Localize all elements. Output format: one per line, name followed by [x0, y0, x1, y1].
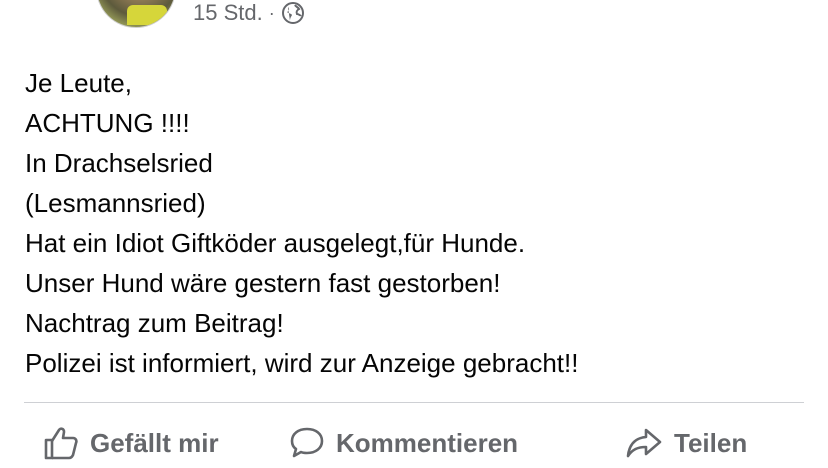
post-line: In Drachselsried [25, 148, 213, 178]
post-line: Hat ein Idiot Giftköder ausgelegt,für Hu… [25, 228, 526, 258]
like-label: Gefällt mir [90, 427, 219, 458]
facebook-post: 15 Std. · Je Leute, ACHTUNG !!!! In Drac… [0, 0, 828, 468]
thumbs-up-icon [42, 424, 80, 462]
avatar[interactable] [96, 0, 176, 28]
post-timestamp[interactable]: 15 Std. [193, 0, 263, 26]
comment-icon [288, 424, 326, 462]
avatar-shirt [127, 5, 167, 25]
share-button[interactable]: Teilen [624, 418, 747, 468]
post-actions: Gefällt mir Kommentieren Teilen [0, 418, 828, 468]
comment-button[interactable]: Kommentieren [288, 418, 518, 468]
actions-divider [24, 402, 804, 403]
like-button[interactable]: Gefällt mir [42, 418, 219, 468]
meta-separator: · [268, 2, 275, 23]
comment-label: Kommentieren [336, 427, 519, 458]
post-text: Je Leute, ACHTUNG !!!! In Drachselsried … [25, 63, 805, 383]
share-label: Teilen [674, 427, 748, 458]
post-line: (Lesmannsried) [25, 188, 206, 218]
share-icon [624, 424, 664, 462]
post-line: Je Leute, [25, 68, 132, 98]
globe-icon[interactable] [281, 1, 305, 25]
post-line: Polizei ist informiert, wird zur Anzeige… [25, 348, 579, 378]
post-meta: 15 Std. · [193, 0, 305, 26]
post-line: Unser Hund wäre gestern fast gestorben! [25, 268, 501, 298]
post-line: ACHTUNG !!!! [25, 108, 190, 138]
post-line: Nachtrag zum Beitrag! [25, 308, 284, 338]
